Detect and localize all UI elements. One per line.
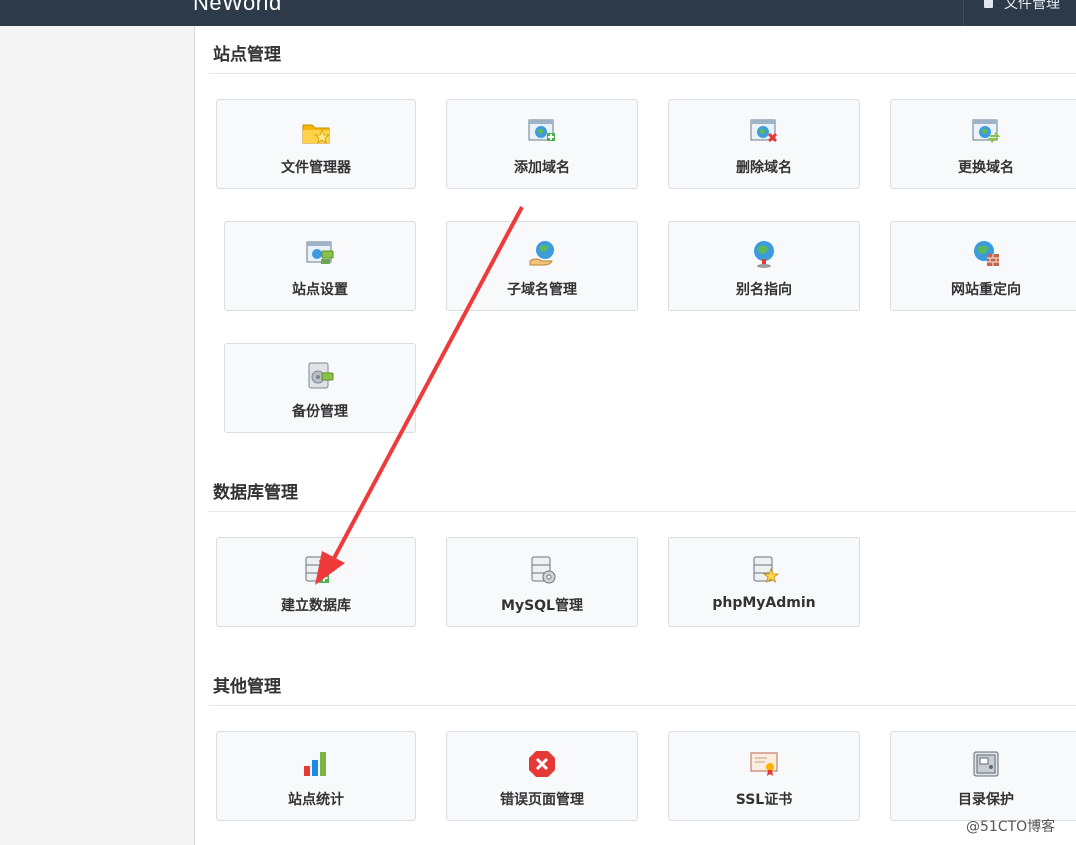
tile-label: 删除域名 — [736, 160, 792, 176]
left-sidebar — [0, 26, 195, 845]
top-navbar: NeWorld 文件管理 — [0, 0, 1076, 26]
tile-subdomain[interactable]: 子域名管理 — [446, 221, 638, 311]
database-star-icon — [753, 556, 779, 583]
file-manager-link[interactable]: 文件管理 — [963, 0, 1076, 26]
backup-disk-icon — [308, 362, 334, 389]
section-title-database: 数据库管理 — [213, 483, 298, 503]
tile-label: 添加域名 — [514, 160, 570, 176]
tile-add-domain[interactable]: 添加域名 — [446, 99, 638, 189]
tile-label: 错误页面管理 — [500, 792, 584, 808]
tile-label: SSL证书 — [735, 792, 793, 808]
tile-ssl[interactable]: SSL证书 — [668, 731, 860, 821]
tile-label: 目录保护 — [958, 792, 1014, 808]
folder-star-icon — [302, 124, 331, 144]
document-icon — [984, 0, 993, 8]
file-manager-label: 文件管理 — [1004, 0, 1060, 12]
section-divider — [209, 73, 1076, 74]
tile-label: 站点统计 — [288, 792, 344, 808]
section-title-site: 站点管理 — [213, 45, 281, 65]
database-gear-icon — [531, 556, 556, 584]
tile-label: 网站重定向 — [951, 282, 1021, 298]
tile-label: phpMyAdmin — [712, 595, 816, 611]
tile-label: 站点设置 — [292, 282, 348, 298]
tile-delete-domain[interactable]: 删除域名 — [668, 99, 860, 189]
watermark-text: @51CTO博客 — [966, 819, 1056, 835]
safe-icon — [973, 751, 999, 777]
tile-mysql[interactable]: MySQL管理 — [446, 537, 638, 627]
tile-label: 子域名管理 — [507, 282, 577, 298]
tile-label: 备份管理 — [292, 404, 348, 420]
tile-site-settings[interactable]: 站点设置 — [224, 221, 416, 311]
tile-label: MySQL管理 — [501, 598, 583, 614]
tile-file-manager[interactable]: 文件管理器 — [216, 99, 416, 189]
section-title-other: 其他管理 — [213, 677, 281, 697]
globe-wall-icon — [974, 241, 999, 266]
tile-alias[interactable]: 别名指向 — [668, 221, 860, 311]
globe-hand-icon — [529, 241, 554, 266]
tile-phpmyadmin[interactable]: phpMyAdmin — [668, 537, 860, 627]
bar-chart-icon — [304, 752, 326, 776]
tile-backup[interactable]: 备份管理 — [224, 343, 416, 433]
tile-site-stats[interactable]: 站点统计 — [216, 731, 416, 821]
error-x-icon — [529, 751, 555, 777]
section-divider — [209, 511, 1076, 512]
certificate-icon — [750, 752, 778, 776]
window-globe-swap-icon — [972, 119, 1001, 143]
tile-create-database[interactable]: 建立数据库 — [216, 537, 416, 627]
tile-label: 建立数据库 — [281, 598, 351, 614]
section-divider — [209, 705, 1076, 706]
brand-logo[interactable]: NeWorld — [193, 0, 282, 18]
tile-error-pages[interactable]: 错误页面管理 — [446, 731, 638, 821]
window-settings-icon — [306, 241, 334, 264]
tile-directory-protection[interactable]: 目录保护 — [890, 731, 1076, 821]
window-globe-add-icon — [528, 119, 555, 141]
database-add-icon — [305, 556, 329, 583]
tile-label: 更换域名 — [958, 160, 1014, 176]
globe-pin-icon — [754, 241, 774, 268]
tile-redirect[interactable]: 网站重定向 — [890, 221, 1076, 311]
tile-label: 文件管理器 — [281, 160, 351, 176]
window-globe-delete-icon — [750, 119, 778, 143]
tile-label: 别名指向 — [736, 282, 792, 298]
tile-change-domain[interactable]: 更换域名 — [890, 99, 1076, 189]
